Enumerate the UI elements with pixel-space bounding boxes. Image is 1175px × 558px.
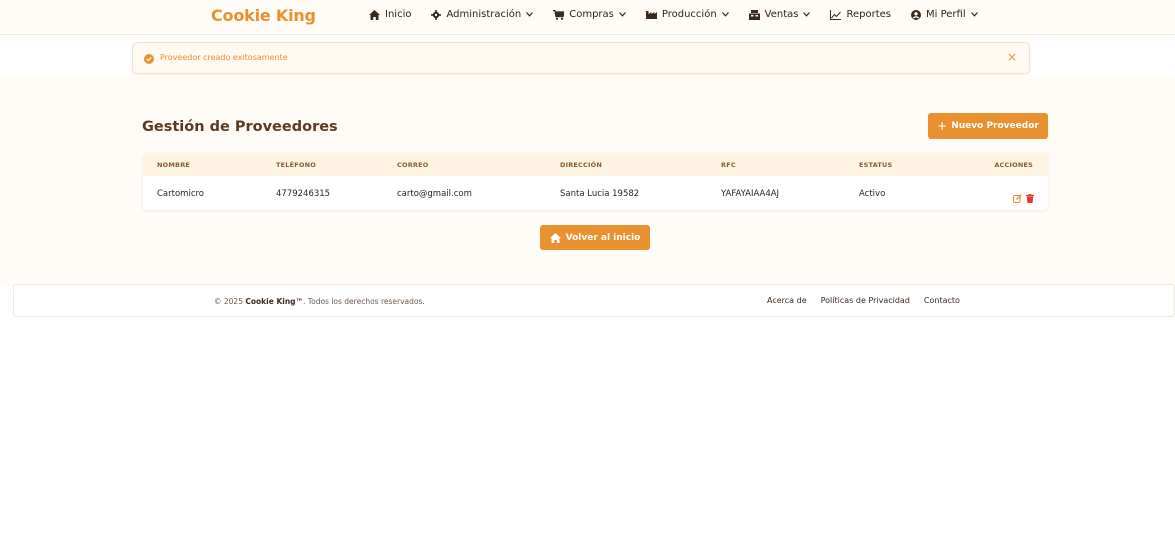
main-nav: Inicio Administración Compras Producción…	[369, 9, 998, 20]
gear-icon	[431, 9, 442, 20]
chevron-down-icon	[803, 12, 811, 17]
column-header[interactable]: DIRECCIÓN	[560, 161, 602, 169]
column-header[interactable]: RFC	[721, 161, 736, 169]
success-alert: Proveedor creado exitosamente ×	[132, 42, 1030, 74]
back-home-button[interactable]: Volver al inicio	[540, 225, 650, 250]
nav-label: Inicio	[385, 9, 412, 20]
copyright-brand: Cookie King™	[245, 297, 304, 306]
cart-icon	[553, 9, 565, 20]
suppliers-table: NOMBRE TELÉFONO CORREO DIRECCIÓN RFC EST…	[143, 153, 1048, 210]
store-icon	[748, 9, 760, 20]
footer-link-about[interactable]: Acerca de	[767, 296, 807, 305]
nav-reportes[interactable]: Reportes	[830, 9, 891, 20]
row-actions	[1009, 188, 1034, 207]
home-icon	[369, 9, 380, 20]
factory-icon	[645, 11, 657, 19]
plus-icon: +	[937, 119, 948, 133]
footer-link-privacy[interactable]: Políticas de Privacidad	[821, 296, 910, 305]
new-supplier-button[interactable]: + Nuevo Proveedor	[928, 113, 1048, 139]
column-header[interactable]: ESTATUS	[859, 161, 892, 169]
cell-direccion: Santa Lucia 19582	[560, 189, 640, 199]
copyright: © 2025 Cookie King™. Todos los derechos …	[214, 297, 425, 306]
nav-produccion[interactable]: Producción	[645, 9, 729, 20]
copyright-suffix: . Todos los derechos reservados.	[303, 297, 425, 306]
cell-rfc: YAFAYAIAA4AJ	[721, 189, 780, 199]
column-header[interactable]: TELÉFONO	[276, 161, 316, 169]
nav-administracion[interactable]: Administración	[431, 9, 534, 20]
footer-link-contact[interactable]: Contacto	[924, 296, 960, 305]
chevron-down-icon	[970, 12, 978, 17]
page-title: Gestión de Proveedores	[142, 119, 338, 135]
chevron-down-icon	[721, 12, 729, 17]
edit-icon[interactable]	[1013, 188, 1022, 207]
nav-label: Mi Perfil	[926, 9, 966, 20]
nav-compras[interactable]: Compras	[553, 9, 626, 20]
chart-icon	[830, 9, 842, 20]
nav-label: Producción	[661, 9, 717, 20]
navbar: Cookie King Inicio Administración Compra…	[0, 0, 1175, 35]
cell-nombre: Cartomicro	[157, 189, 204, 199]
nav-label: Compras	[569, 9, 614, 20]
user-circle-icon	[911, 9, 921, 20]
brand-logo[interactable]: Cookie King	[211, 6, 316, 25]
footer-links: Acerca de Políticas de Privacidad Contac…	[767, 296, 974, 305]
cell-estatus: Activo	[859, 189, 886, 199]
nav-ventas[interactable]: Ventas	[748, 9, 811, 20]
nav-mi-perfil[interactable]: Mi Perfil	[911, 9, 978, 20]
check-circle-icon	[144, 54, 154, 64]
home-icon	[549, 232, 561, 243]
close-icon[interactable]: ×	[1007, 51, 1017, 63]
column-header[interactable]: NOMBRE	[157, 161, 190, 169]
column-header[interactable]: CORREO	[397, 161, 428, 169]
cell-correo: carto@gmail.com	[397, 189, 472, 199]
trash-icon[interactable]	[1026, 188, 1034, 207]
chevron-down-icon	[526, 12, 534, 17]
new-supplier-label: Nuevo Proveedor	[951, 121, 1039, 131]
back-home-label: Volver al inicio	[565, 232, 641, 243]
nav-label: Administración	[446, 9, 522, 20]
nav-inicio[interactable]: Inicio	[369, 9, 411, 20]
chevron-down-icon	[618, 12, 626, 17]
main-content: Gestión de Proveedores + Nuevo Proveedor…	[0, 75, 1175, 286]
copyright-year: © 2025	[214, 297, 243, 306]
table-header: NOMBRE TELÉFONO CORREO DIRECCIÓN RFC EST…	[143, 153, 1048, 176]
column-header: ACCIONES	[994, 161, 1033, 169]
cell-telefono: 4779246315	[276, 189, 331, 199]
alert-message: Proveedor creado exitosamente	[160, 53, 288, 62]
nav-label: Reportes	[846, 9, 891, 20]
nav-label: Ventas	[764, 9, 799, 20]
footer: © 2025 Cookie King™. Todos los derechos …	[13, 284, 1175, 317]
